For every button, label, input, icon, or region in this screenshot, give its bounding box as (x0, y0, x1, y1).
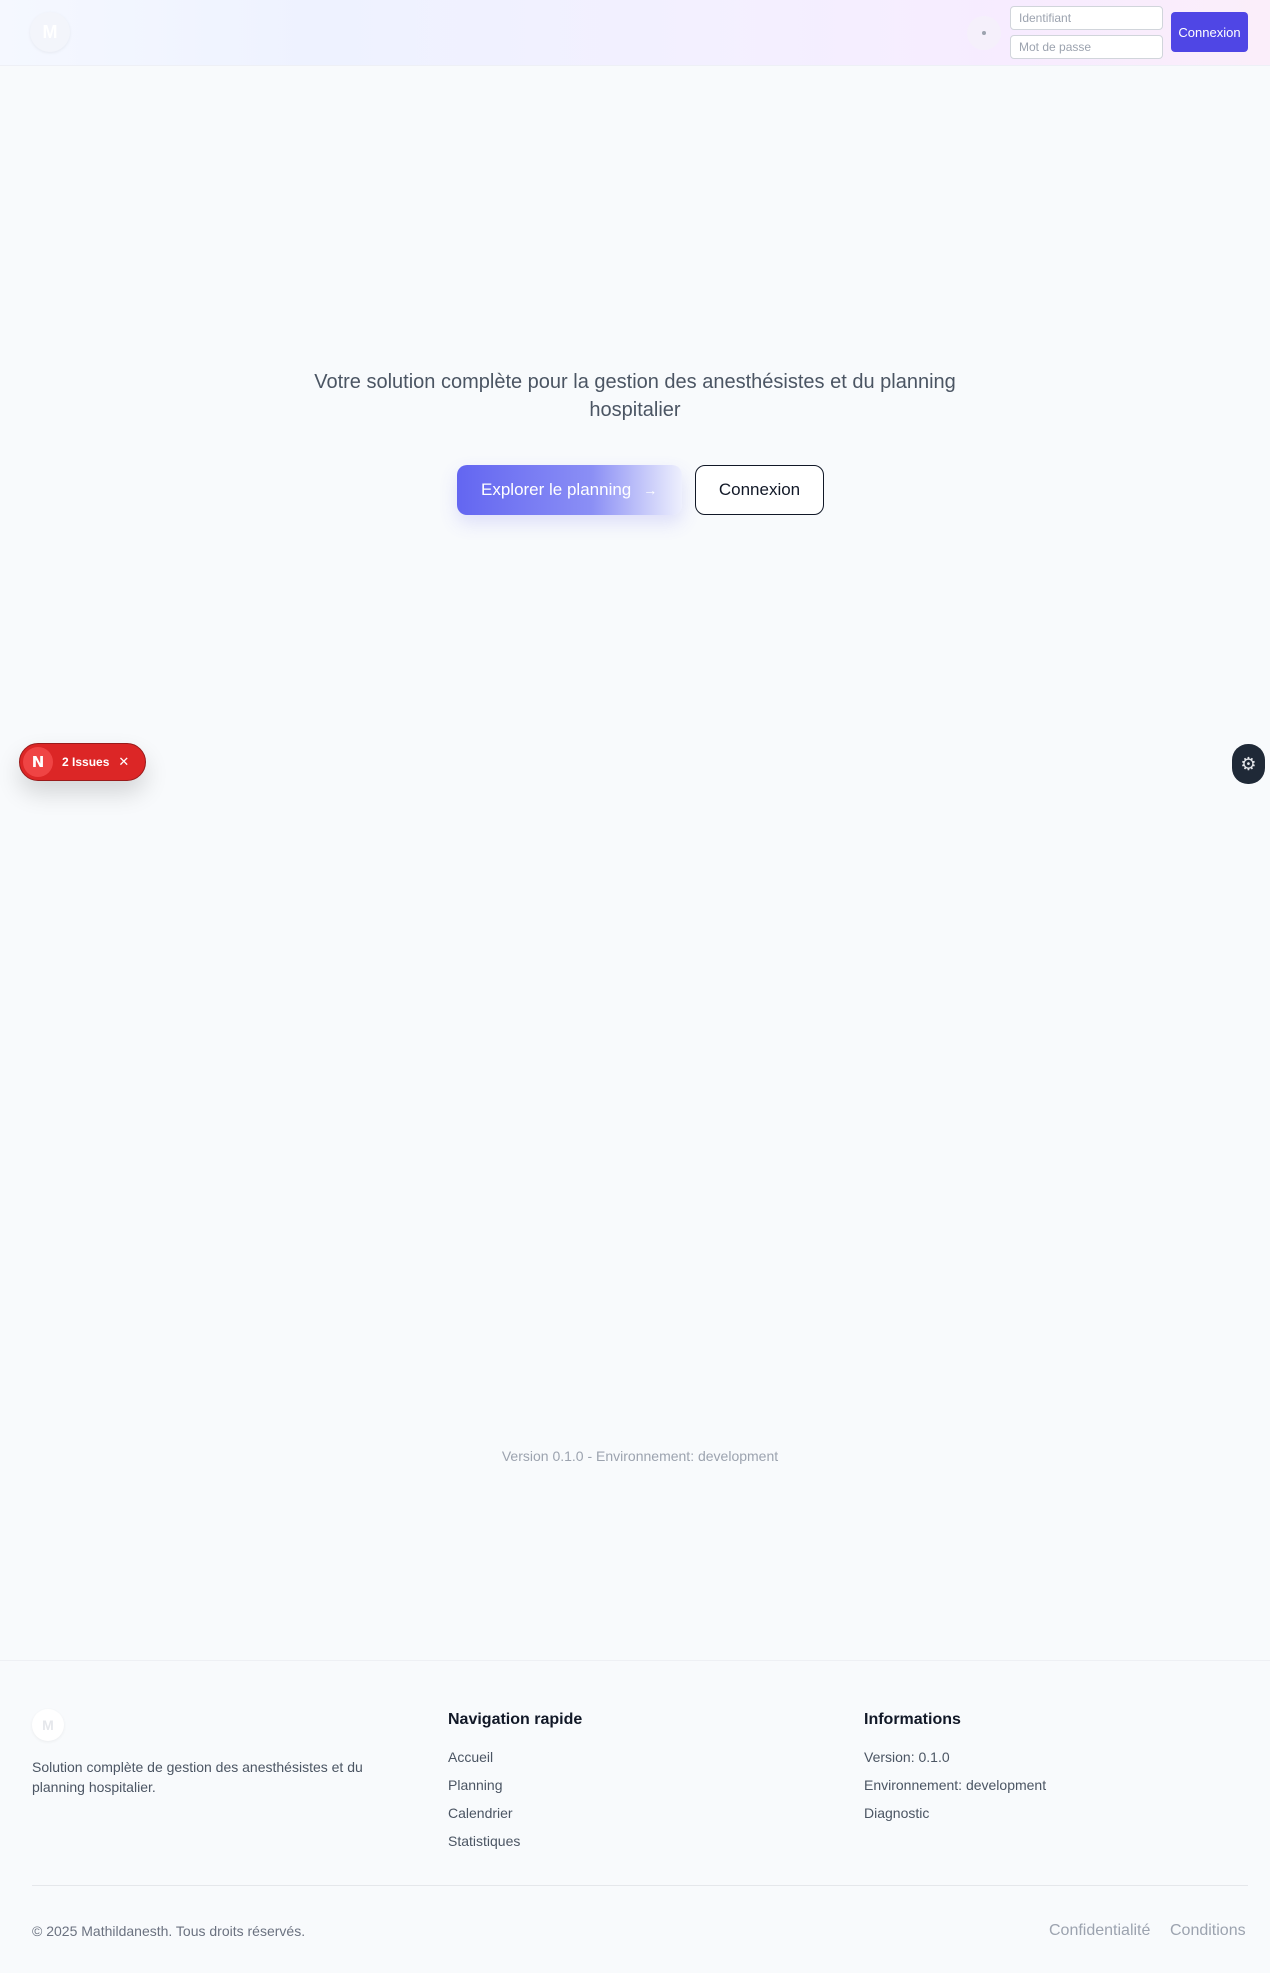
close-icon[interactable]: ✕ (118, 754, 129, 770)
footer-link-diagnostic[interactable]: Diagnostic (864, 1803, 1046, 1831)
debug-tool-button[interactable]: ⚙ (1232, 744, 1265, 784)
footer-info-title: Informations (864, 1711, 961, 1728)
footer-description: Solution complète de gestion des anesthé… (32, 1759, 363, 1795)
gear-icon: ⚙ (1240, 753, 1257, 774)
theme-toggle-button[interactable] (967, 16, 1001, 50)
footer-link-accueil[interactable]: Accueil (448, 1747, 582, 1775)
footer-link-planning[interactable]: Planning (448, 1775, 582, 1803)
logo-letter: M (42, 21, 58, 42)
hero-subtitle: Votre solution complète pour la gestion … (314, 371, 956, 421)
footer-nav-title: Navigation rapide (448, 1711, 583, 1728)
footer-divider (32, 1885, 1248, 1886)
explore-planning-button[interactable]: Explorer le planning → (457, 465, 682, 515)
copyright-text: © 2025 Mathildanesth. Tous droits réserv… (32, 1923, 306, 1939)
footer-version: Version: 0.1.0 (864, 1749, 950, 1765)
explore-label: Explorer le planning (481, 480, 632, 499)
password-input[interactable] (1010, 35, 1163, 59)
page-footer: M Solution complète de gestion des anest… (0, 1660, 1270, 1973)
footer-info-column: Informations Version: 0.1.0 Environnemen… (864, 1711, 1046, 1831)
nextjs-logo-icon: N (23, 747, 53, 777)
privacy-link[interactable]: Confidentialité (1049, 1922, 1150, 1940)
arrow-right-icon: → (643, 482, 658, 498)
header-login-button[interactable]: Connexion (1171, 12, 1248, 52)
version-info: Version 0.1.0 - Environnement: developme… (501, 1448, 779, 1464)
username-input[interactable] (1010, 6, 1163, 30)
issues-indicator[interactable]: N 2 Issues ✕ (19, 743, 146, 781)
footer-logo-letter: M (42, 1717, 54, 1733)
footer-link-calendrier[interactable]: Calendrier (448, 1803, 582, 1831)
hero-login-button[interactable]: Connexion (695, 465, 824, 515)
top-header: M Connexion (0, 0, 1270, 66)
terms-link[interactable]: Conditions (1170, 1922, 1246, 1940)
dot-icon (982, 31, 986, 35)
footer-link-statistiques[interactable]: Statistiques (448, 1831, 582, 1859)
app-logo[interactable]: M (30, 12, 70, 52)
footer-nav-column: Navigation rapide Accueil Planning Calen… (448, 1711, 582, 1859)
footer-environment: Environnement: development (864, 1777, 1047, 1793)
footer-logo: M (32, 1709, 64, 1741)
issues-count: 2 Issues (62, 755, 110, 769)
